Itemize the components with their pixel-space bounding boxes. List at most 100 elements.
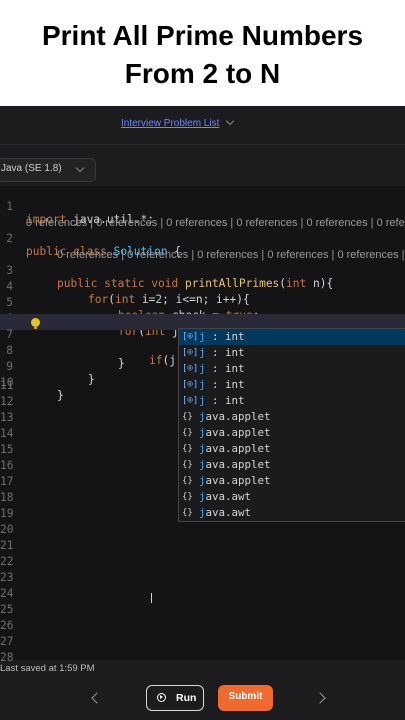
variable-icon: [⌾] bbox=[182, 364, 199, 374]
code-line: 27 bbox=[0, 634, 405, 650]
suggestion-label: java.applet bbox=[199, 409, 271, 425]
last-saved-status: Last saved at 1:59 PM bbox=[0, 663, 95, 674]
line-number: 15 bbox=[0, 443, 14, 456]
code-editor[interactable]: 1 import java.util.*; 0 references | 0 r… bbox=[0, 186, 405, 664]
chevron-left-icon[interactable] bbox=[91, 692, 103, 704]
run-label: Run bbox=[176, 692, 197, 704]
chevron-down-icon bbox=[226, 116, 235, 126]
module-icon: {} bbox=[182, 460, 193, 470]
suggestion-item[interactable]: {} java.applet bbox=[179, 409, 405, 425]
line-number: 13 bbox=[0, 411, 14, 424]
suggestion-item[interactable]: [⌾] j : int bbox=[179, 393, 405, 409]
code-line: 24 bbox=[0, 586, 405, 602]
code-line: 2 public class Solution { bbox=[0, 218, 405, 258]
mouse-cursor bbox=[151, 593, 152, 603]
line-number: 22 bbox=[0, 555, 14, 568]
suggestion-rest: : int bbox=[205, 394, 245, 407]
suggestion-item[interactable]: {} java.applet bbox=[179, 473, 405, 489]
suggestion-item[interactable]: {} java.awt bbox=[179, 505, 405, 521]
line-number: 16 bbox=[0, 459, 14, 472]
suggestion-rest: ava.applet bbox=[205, 410, 271, 423]
line-number: 23 bbox=[0, 571, 14, 584]
line-number: 26 bbox=[0, 619, 14, 632]
suggestion-item[interactable]: {} java.awt bbox=[179, 489, 405, 505]
module-icon: {} bbox=[182, 508, 193, 518]
codelens-line: 0 references | 0 references | 0 referenc… bbox=[0, 234, 405, 261]
line-number: 27 bbox=[0, 635, 14, 648]
code-line: 1 import java.util.*; bbox=[0, 186, 405, 226]
code-line: 25 bbox=[0, 602, 405, 618]
suggestion-item[interactable]: {} java.applet bbox=[179, 425, 405, 441]
suggestion-rest: ava.applet bbox=[205, 474, 271, 487]
suggestion-rest: ava.applet bbox=[205, 442, 271, 455]
banner-title-line-2: From 2 to N bbox=[124, 58, 281, 89]
suggestion-label: j : int bbox=[199, 329, 245, 345]
codelens-line: 0 references | 0 references | 0 referenc… bbox=[0, 202, 405, 229]
code-line: 23 bbox=[0, 570, 405, 586]
code-line: 22 bbox=[0, 554, 405, 570]
suggestion-rest: : int bbox=[205, 378, 245, 391]
banner-title-line-1: Print All Prime Numbers bbox=[41, 20, 364, 51]
suggestion-item[interactable]: [⌾] j : int bbox=[179, 345, 405, 361]
variable-icon: [⌾] bbox=[182, 396, 199, 406]
line-number: 14 bbox=[0, 427, 14, 440]
suggestion-label: java.awt bbox=[199, 489, 251, 505]
suggestion-item[interactable]: {} java.applet bbox=[179, 457, 405, 473]
line-number: 20 bbox=[0, 523, 14, 536]
submit-label: Submit bbox=[228, 691, 263, 702]
autocomplete-suggestions: [⌾] j : int [⌾] j : int [⌾] j : int [⌾] j : int… bbox=[178, 328, 405, 522]
line-number: 21 bbox=[0, 539, 14, 552]
suggestion-item[interactable]: [⌾] j : int bbox=[179, 377, 405, 393]
suggestion-item[interactable]: [⌾] j : int bbox=[179, 329, 405, 345]
language-select-value: Java (SE 1.8) bbox=[1, 163, 62, 174]
suggestion-rest: ava.awt bbox=[205, 506, 252, 519]
video-title-banner: Print All Prime Numbers From 2 to N bbox=[0, 0, 405, 106]
language-select[interactable]: Java (SE 1.8) bbox=[0, 158, 96, 182]
submit-button[interactable]: Submit bbox=[218, 685, 273, 711]
suggestion-rest: : int bbox=[205, 330, 245, 343]
run-button[interactable]: Run bbox=[146, 685, 204, 711]
line-number: 11 bbox=[0, 379, 14, 392]
suggestion-item[interactable]: {} java.applet bbox=[179, 441, 405, 457]
line-number: 12 bbox=[0, 395, 14, 408]
suggestion-rest: : int bbox=[205, 362, 245, 375]
suggestion-rest: ava.applet bbox=[205, 458, 271, 471]
top-bar: Interview Problem List bbox=[0, 106, 405, 145]
code-line: 4 for(int i=2; i<=n; i++){ bbox=[0, 266, 405, 306]
variable-icon: [⌾] bbox=[182, 380, 199, 390]
line-number: 24 bbox=[0, 587, 14, 600]
chevron-right-icon[interactable] bbox=[314, 692, 326, 704]
suggestion-label: j : int bbox=[199, 361, 245, 377]
suggestion-rest: ava.applet bbox=[205, 426, 271, 439]
suggestion-label: java.applet bbox=[199, 473, 271, 489]
variable-icon: [⌾] bbox=[182, 348, 199, 358]
code-editor-app: Interview Problem List Java (SE 1.8) 1 i… bbox=[0, 106, 405, 720]
suggestion-item[interactable]: [⌾] j : int bbox=[179, 361, 405, 377]
line-number: 18 bbox=[0, 491, 14, 504]
module-icon: {} bbox=[182, 476, 193, 486]
line-number: 19 bbox=[0, 507, 14, 520]
code-line: 3 public static void printAllPrimes(int … bbox=[0, 250, 405, 290]
line-number: 25 bbox=[0, 603, 14, 616]
interview-problem-list-link[interactable]: Interview Problem List bbox=[121, 116, 235, 129]
problem-list-label: Interview Problem List bbox=[121, 118, 220, 129]
module-icon: {} bbox=[182, 412, 193, 422]
suggestion-label: j : int bbox=[199, 345, 245, 361]
suggestion-rest: : int bbox=[205, 346, 245, 359]
variable-icon: [⌾] bbox=[182, 332, 199, 342]
code-line: 20 bbox=[0, 522, 405, 538]
line-number: 17 bbox=[0, 475, 14, 488]
code-line: 26 bbox=[0, 618, 405, 634]
lightbulb-icon[interactable] bbox=[31, 318, 40, 329]
module-icon: {} bbox=[182, 492, 193, 502]
code-line: 21 bbox=[0, 538, 405, 554]
suggestion-label: j : int bbox=[199, 377, 245, 393]
suggestion-label: j : int bbox=[199, 393, 245, 409]
code-line: 6 for(int j=2; j*j<=i; j++){ bbox=[0, 298, 405, 338]
chevron-down-icon bbox=[75, 163, 85, 173]
code-line: 5 boolean check = true; bbox=[0, 282, 405, 322]
suggestion-label: java.applet bbox=[199, 441, 271, 457]
suggestion-label: java.applet bbox=[199, 457, 271, 473]
play-icon bbox=[157, 693, 166, 702]
suggestion-rest: ava.awt bbox=[205, 490, 252, 503]
